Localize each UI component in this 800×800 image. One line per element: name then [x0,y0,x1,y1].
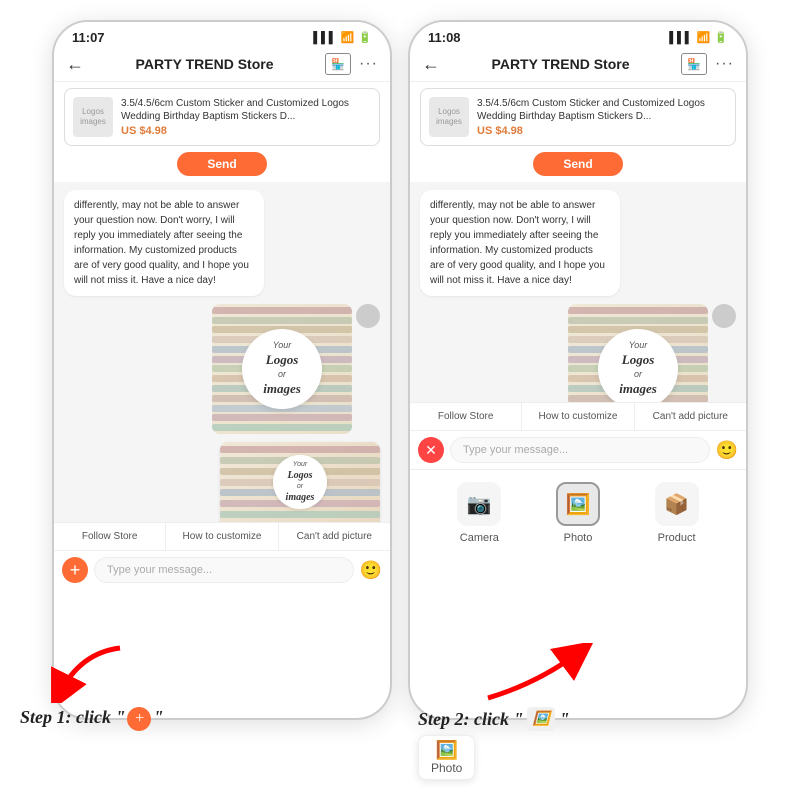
camera-icon: 📷 [467,492,492,517]
sticker-message-1: Your Logos or images [64,304,380,434]
status-time-2: 11:08 [428,30,461,45]
product-price-2: US $4.98 [477,125,727,137]
photo-icon: 🖼️ [566,492,591,517]
product-thumbnail-2: Logosimages [429,97,469,137]
product-icon: 📦 [664,492,689,517]
product-icon-box: 📦 [655,482,699,526]
chat-message-2: differently, may not be able to answer y… [420,190,620,296]
wifi-icon-2: 📶 [697,31,711,44]
product-title-2: 3.5/4.5/6cm Custom Sticker and Customize… [477,97,727,123]
action-grid-2: 📷 Camera 🖼️ Photo 📦 Product [410,469,746,560]
plus-button-1[interactable]: + [62,557,88,583]
product-action[interactable]: 📦 Product [655,482,699,544]
quick-tabs-1: Follow Store How to customize Can't add … [54,522,390,551]
close-button-2[interactable]: ✕ [418,437,444,463]
input-placeholder-1: Type your message... [107,564,212,576]
arrow-down-1 [40,643,140,703]
sticker-text-2: Your Logos or images [619,340,657,397]
how-to-customize-tab-1[interactable]: How to customize [166,523,278,550]
message-input-1[interactable]: Type your message... [94,557,354,583]
store-icon-1[interactable]: 🏪 [325,53,351,75]
send-button-1[interactable]: Send [177,152,267,176]
message-input-row-1: + Type your message... 🙂 [54,551,390,589]
chat-area-2: differently, may not be able to answer y… [410,182,746,402]
step1-plus-icon: + [127,707,151,731]
product-price-1: US $4.98 [121,125,371,137]
sticker-circle-2: Your Logos or images [598,329,678,402]
wifi-icon-1: 📶 [341,31,355,44]
chat-message-1: differently, may not be able to answer y… [64,190,264,296]
status-icons-1: ▌▌▌ 📶 🔋 [313,31,372,44]
nav-bar-2: ← PARTY TREND Store 🏪 ··· [410,49,746,82]
signal-icon-1: ▌▌▌ [313,32,336,44]
how-to-customize-tab-2[interactable]: How to customize [522,403,634,430]
quick-tabs-2: Follow Store How to customize Can't add … [410,402,746,431]
sticker-circle-1: Your Logos or images [242,329,322,409]
battery-icon-2: 🔋 [714,31,728,44]
more-options-icon-2[interactable]: ··· [715,55,734,73]
back-button-1[interactable]: ← [66,54,84,75]
photo-label: Photo [564,532,593,544]
product-card-1: Logosimages 3.5/4.5/6cm Custom Sticker a… [64,88,380,146]
follow-store-tab-2[interactable]: Follow Store [410,403,522,430]
follow-store-tab-1[interactable]: Follow Store [54,523,166,550]
status-time-1: 11:07 [72,30,105,45]
status-bar-1: 11:07 ▌▌▌ 📶 🔋 [54,22,390,49]
status-bar-2: 11:08 ▌▌▌ 📶 🔋 [410,22,746,49]
avatar-1 [356,304,380,328]
send-button-2[interactable]: Send [533,152,623,176]
sticker-message-2: Your Logos or images [420,304,736,402]
product-info-1: 3.5/4.5/6cm Custom Sticker and Customize… [121,97,371,137]
phone-1: 11:07 ▌▌▌ 📶 🔋 ← PARTY TREND Store 🏪 ··· … [52,20,392,720]
message-input-2[interactable]: Type your message... [450,437,710,463]
chat-area-1: differently, may not be able to answer y… [54,182,390,522]
message-input-row-2: ✕ Type your message... 🙂 [410,431,746,469]
nav-title-1: PARTY TREND Store [92,56,317,72]
photo-tooltip: 🖼️ Photo [418,735,475,780]
more-options-icon-1[interactable]: ··· [359,55,378,73]
step2-label: Step 2: click " 🖼️ " [418,707,569,731]
store-icon-2[interactable]: 🏪 [681,53,707,75]
sticker-text-1: Your Logos or images [263,340,301,397]
status-icons-2: ▌▌▌ 📶 🔋 [669,31,728,44]
step2-container: Step 2: click " 🖼️ " 🖼️ Photo [408,643,790,780]
photo-action[interactable]: 🖼️ Photo [556,482,600,544]
nav-icons-2: 🏪 ··· [681,53,734,75]
product-preview-1[interactable]: Your Logos or images US $4.98 3.5/4.5/6c… [220,442,380,522]
step1-container: Step 1: click "+" [10,643,392,780]
store-glyph-2: 🏪 [687,58,701,71]
avatar-2 [712,304,736,328]
back-button-2[interactable]: ← [422,54,440,75]
cant-add-picture-tab-1[interactable]: Can't add picture [279,523,390,550]
signal-icon-2: ▌▌▌ [669,32,692,44]
product-thumbnail-1: Logosimages [73,97,113,137]
camera-icon-box: 📷 [457,482,501,526]
product-label: Product [658,532,696,544]
product-card-2: Logosimages 3.5/4.5/6cm Custom Sticker a… [420,88,736,146]
photo-tooltip-icon: 🖼️ [435,740,457,761]
sticker-1: Your Logos or images [212,304,352,434]
steps-container: Step 1: click "+" Step 2: click " 🖼️ " 🖼… [0,643,800,780]
phone-2: 11:08 ▌▌▌ 📶 🔋 ← PARTY TREND Store 🏪 ··· … [408,20,748,720]
input-placeholder-2: Type your message... [463,444,568,456]
nav-title-2: PARTY TREND Store [448,56,673,72]
emoji-button-2[interactable]: 🙂 [716,440,738,461]
product-title-1: 3.5/4.5/6cm Custom Sticker and Customize… [121,97,371,123]
sticker-2: Your Logos or images [568,304,708,402]
battery-icon-1: 🔋 [358,31,372,44]
step2-photo-icon: 🖼️ [527,707,555,731]
photo-tooltip-label: Photo [431,761,462,775]
emoji-button-1[interactable]: 🙂 [360,560,382,581]
camera-action[interactable]: 📷 Camera [457,482,501,544]
store-glyph-1: 🏪 [331,58,345,71]
product-info-2: 3.5/4.5/6cm Custom Sticker and Customize… [477,97,727,137]
arrow-up-2 [478,643,598,703]
cant-add-picture-tab-2[interactable]: Can't add picture [635,403,746,430]
product-preview-img-1: Your Logos or images [220,442,380,522]
photo-icon-box: 🖼️ [556,482,600,526]
nav-icons-1: 🏪 ··· [325,53,378,75]
camera-label: Camera [460,532,499,544]
step1-label: Step 1: click "+" [20,707,163,731]
nav-bar-1: ← PARTY TREND Store 🏪 ··· [54,49,390,82]
